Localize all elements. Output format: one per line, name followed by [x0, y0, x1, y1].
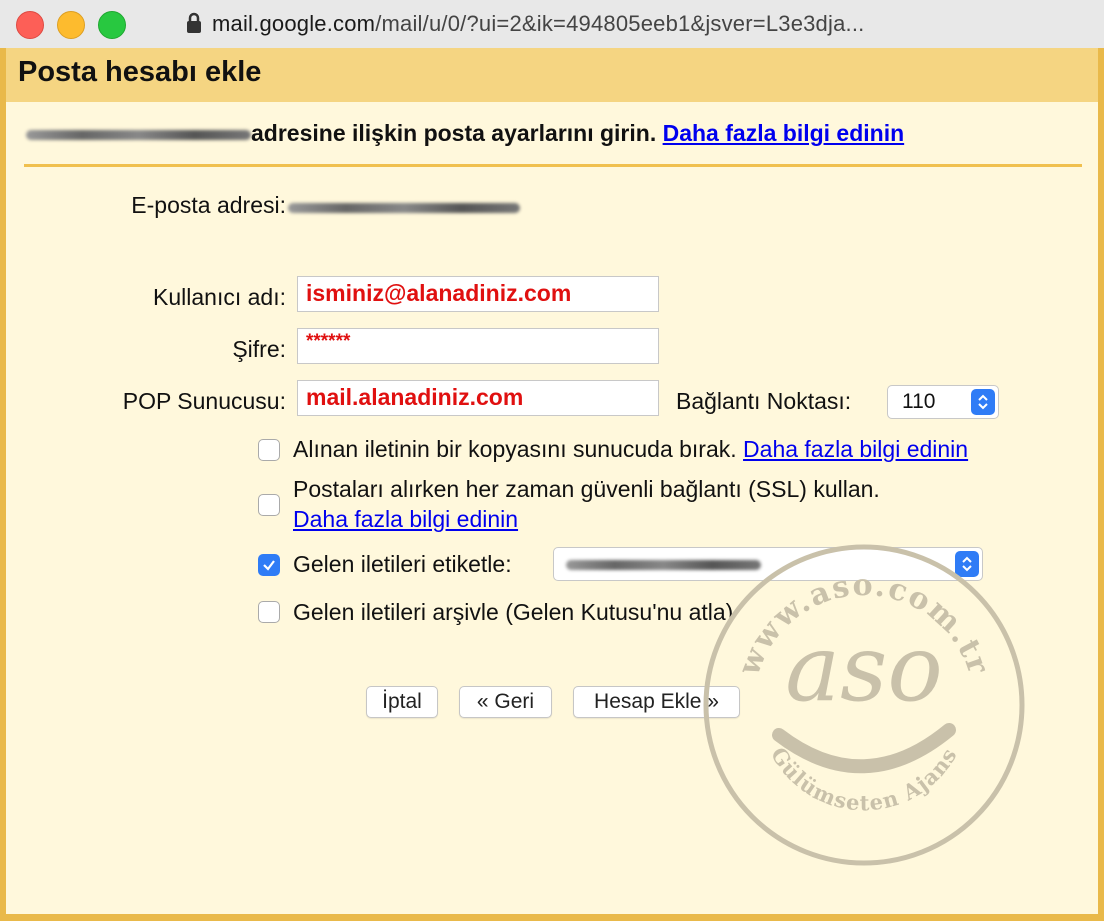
- browser-titlebar: mail.google.com/mail/u/0/?ui=2&ik=494805…: [0, 0, 1104, 49]
- label-incoming-option-text: Gelen iletileri etiketle:: [293, 551, 512, 577]
- intro-learn-more-link[interactable]: Daha fazla bilgi edinin: [663, 120, 905, 146]
- intro-text: adresine ilişkin posta ayarlarını girin.: [251, 120, 657, 146]
- port-value: 110: [902, 390, 936, 413]
- cancel-button[interactable]: İptal: [366, 686, 438, 718]
- username-label: Kullanıcı adı:: [153, 284, 286, 310]
- aso-watermark-logo: www.aso.com.tr aso Gülümseten Ajans: [703, 544, 1025, 866]
- leave-copy-learn-more-link[interactable]: Daha fazla bilgi edinin: [743, 436, 968, 462]
- password-label: Şifre:: [232, 336, 286, 362]
- label-incoming-checkbox[interactable]: [258, 554, 280, 576]
- dialog-header: Posta hesabı ekle: [6, 48, 1098, 102]
- ssl-checkbox[interactable]: [258, 494, 280, 516]
- back-button[interactable]: « Geri: [459, 686, 552, 718]
- port-stepper-icon: [971, 389, 995, 415]
- redacted-email-value: [288, 203, 520, 213]
- email-label: E-posta adresi:: [131, 192, 286, 218]
- ssl-learn-more-link-wrap: Daha fazla bilgi edinin: [293, 506, 518, 533]
- address-bar[interactable]: mail.google.com/mail/u/0/?ui=2&ik=494805…: [186, 9, 864, 39]
- zoom-window-button[interactable]: [98, 11, 126, 39]
- archive-checkbox[interactable]: [258, 601, 280, 623]
- checkmark-icon: [263, 560, 275, 571]
- port-label: Bağlantı Noktası:: [676, 388, 852, 414]
- minimize-window-button[interactable]: [57, 11, 85, 39]
- lock-icon: [186, 12, 202, 34]
- ssl-option-text: Postaları alırken her zaman güvenli bağl…: [293, 476, 880, 502]
- username-input[interactable]: isminiz@alanadiniz.com: [297, 276, 659, 312]
- url-host: mail.google.com: [212, 11, 376, 36]
- close-window-button[interactable]: [16, 11, 44, 39]
- leave-copy-checkbox[interactable]: [258, 439, 280, 461]
- pop-server-label: POP Sunucusu:: [122, 388, 286, 414]
- header-divider: [24, 164, 1082, 167]
- redacted-email: [26, 129, 251, 140]
- dialog-title: Posta hesabı ekle: [18, 56, 262, 88]
- watermark-logo-text: aso: [785, 615, 942, 722]
- leave-copy-option: Alınan iletinin bir kopyasını sunucuda b…: [293, 436, 969, 462]
- intro-line: adresine ilişkin posta ayarlarını girin.…: [26, 120, 904, 147]
- port-select[interactable]: 110: [887, 385, 999, 419]
- password-input[interactable]: ******: [297, 328, 659, 364]
- url-path: /mail/u/0/?ui=2&ik=494805eeb1&jsver=L3e3…: [375, 11, 865, 36]
- ssl-learn-more-link[interactable]: Daha fazla bilgi edinin: [293, 506, 518, 532]
- archive-option-text: Gelen iletileri arşivle (Gelen Kutusu'nu…: [293, 599, 734, 625]
- pop-server-input[interactable]: mail.alanadiniz.com: [297, 380, 659, 416]
